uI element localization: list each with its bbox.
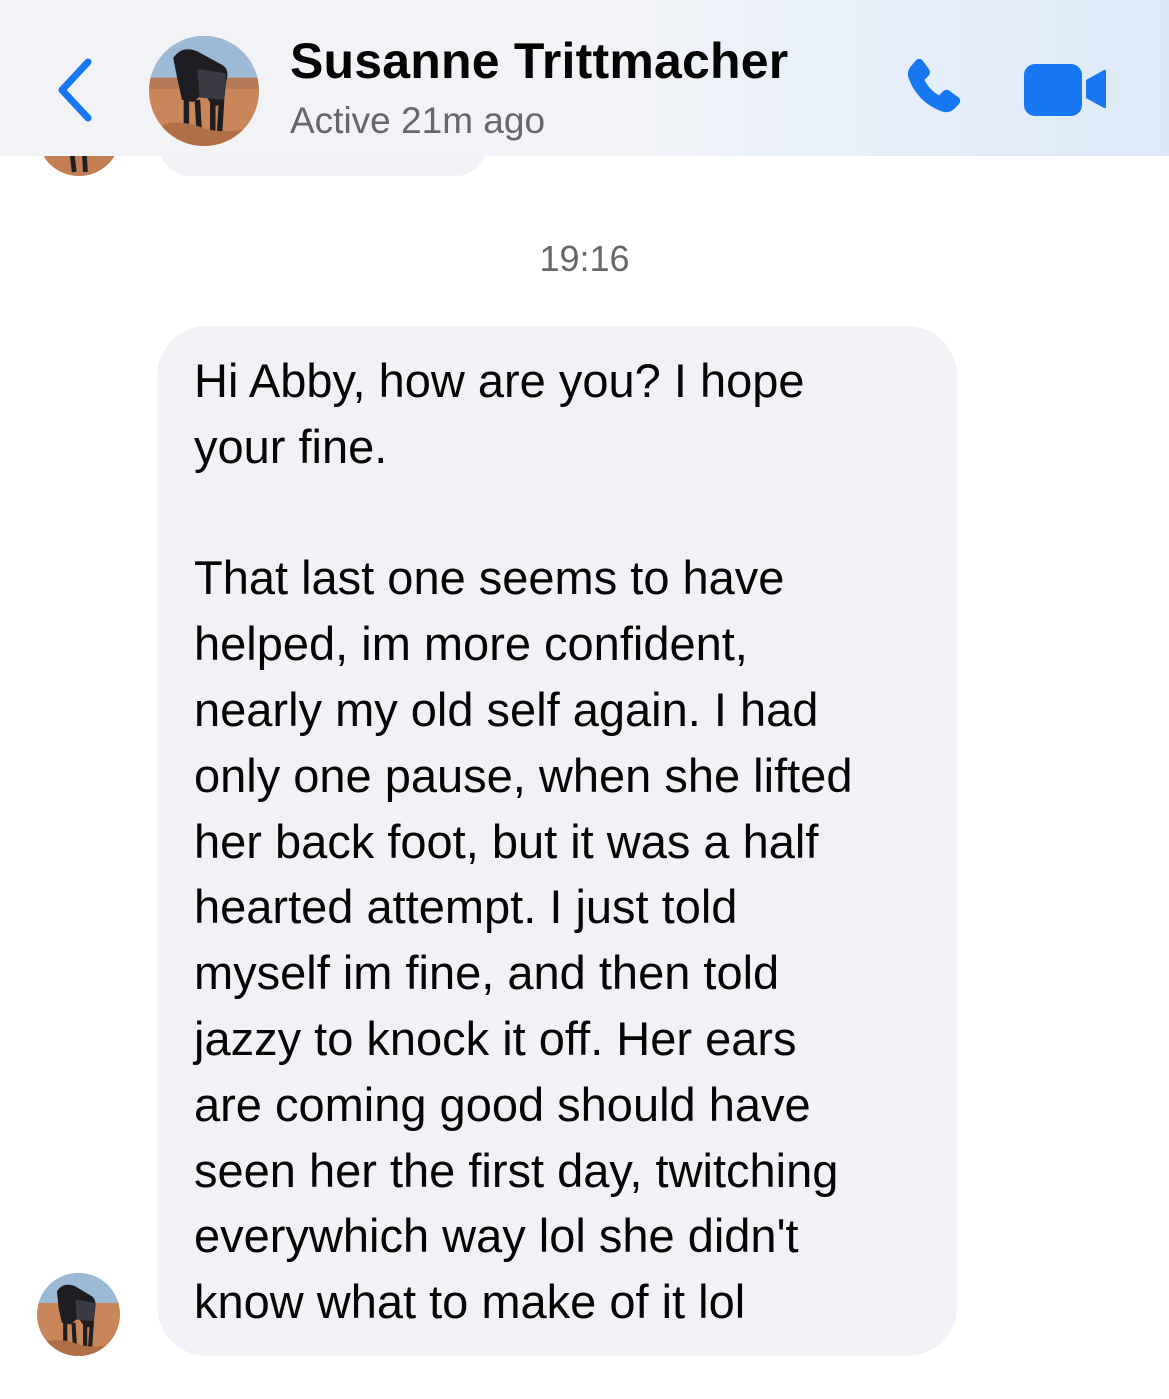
audio-call-button[interactable]: [895, 52, 971, 128]
message-line: myself im fine, and then told: [194, 946, 780, 1000]
message-line: hearted attempt. I just told: [194, 880, 738, 934]
sender-avatar[interactable]: [37, 1273, 120, 1356]
message-line: your fine.: [194, 419, 388, 473]
message-line: helped, im more confident,: [194, 617, 748, 671]
message-timestamp: 19:16: [539, 238, 630, 279]
message-line: jazzy to knock it off. Her ears: [194, 1011, 797, 1065]
active-status: Active 21m ago: [290, 100, 546, 141]
message-line: seen her the first day, twitching: [194, 1143, 839, 1197]
message-line: only one pause, when she lifted: [194, 748, 853, 802]
message-line: her back foot, but it was a half: [194, 814, 819, 868]
video-camera-icon: [1022, 58, 1108, 120]
message-line: everywhich way lol she didn't: [194, 1209, 799, 1263]
back-button[interactable]: [44, 50, 108, 130]
message-line: That last one seems to have: [194, 551, 785, 605]
contact-name[interactable]: Susanne Trittmacher: [290, 32, 788, 90]
message-bubble[interactable]: Hi Abby, how are you? I hope your fine. …: [157, 326, 957, 1356]
conversation-header: Susanne Trittmacher Active 21m ago: [0, 0, 1169, 156]
message-line: nearly my old self again. I had: [194, 682, 819, 736]
message-line: are coming good should have: [194, 1077, 811, 1131]
contact-avatar[interactable]: [149, 36, 259, 146]
phone-icon: [895, 52, 971, 128]
message-line-blank: [194, 480, 927, 546]
message-line: know what to make of it lol: [194, 1275, 746, 1329]
message-line: Hi Abby, how are you? I hope: [194, 354, 805, 407]
video-call-button[interactable]: [1022, 58, 1108, 120]
chevron-left-icon: [44, 50, 108, 130]
